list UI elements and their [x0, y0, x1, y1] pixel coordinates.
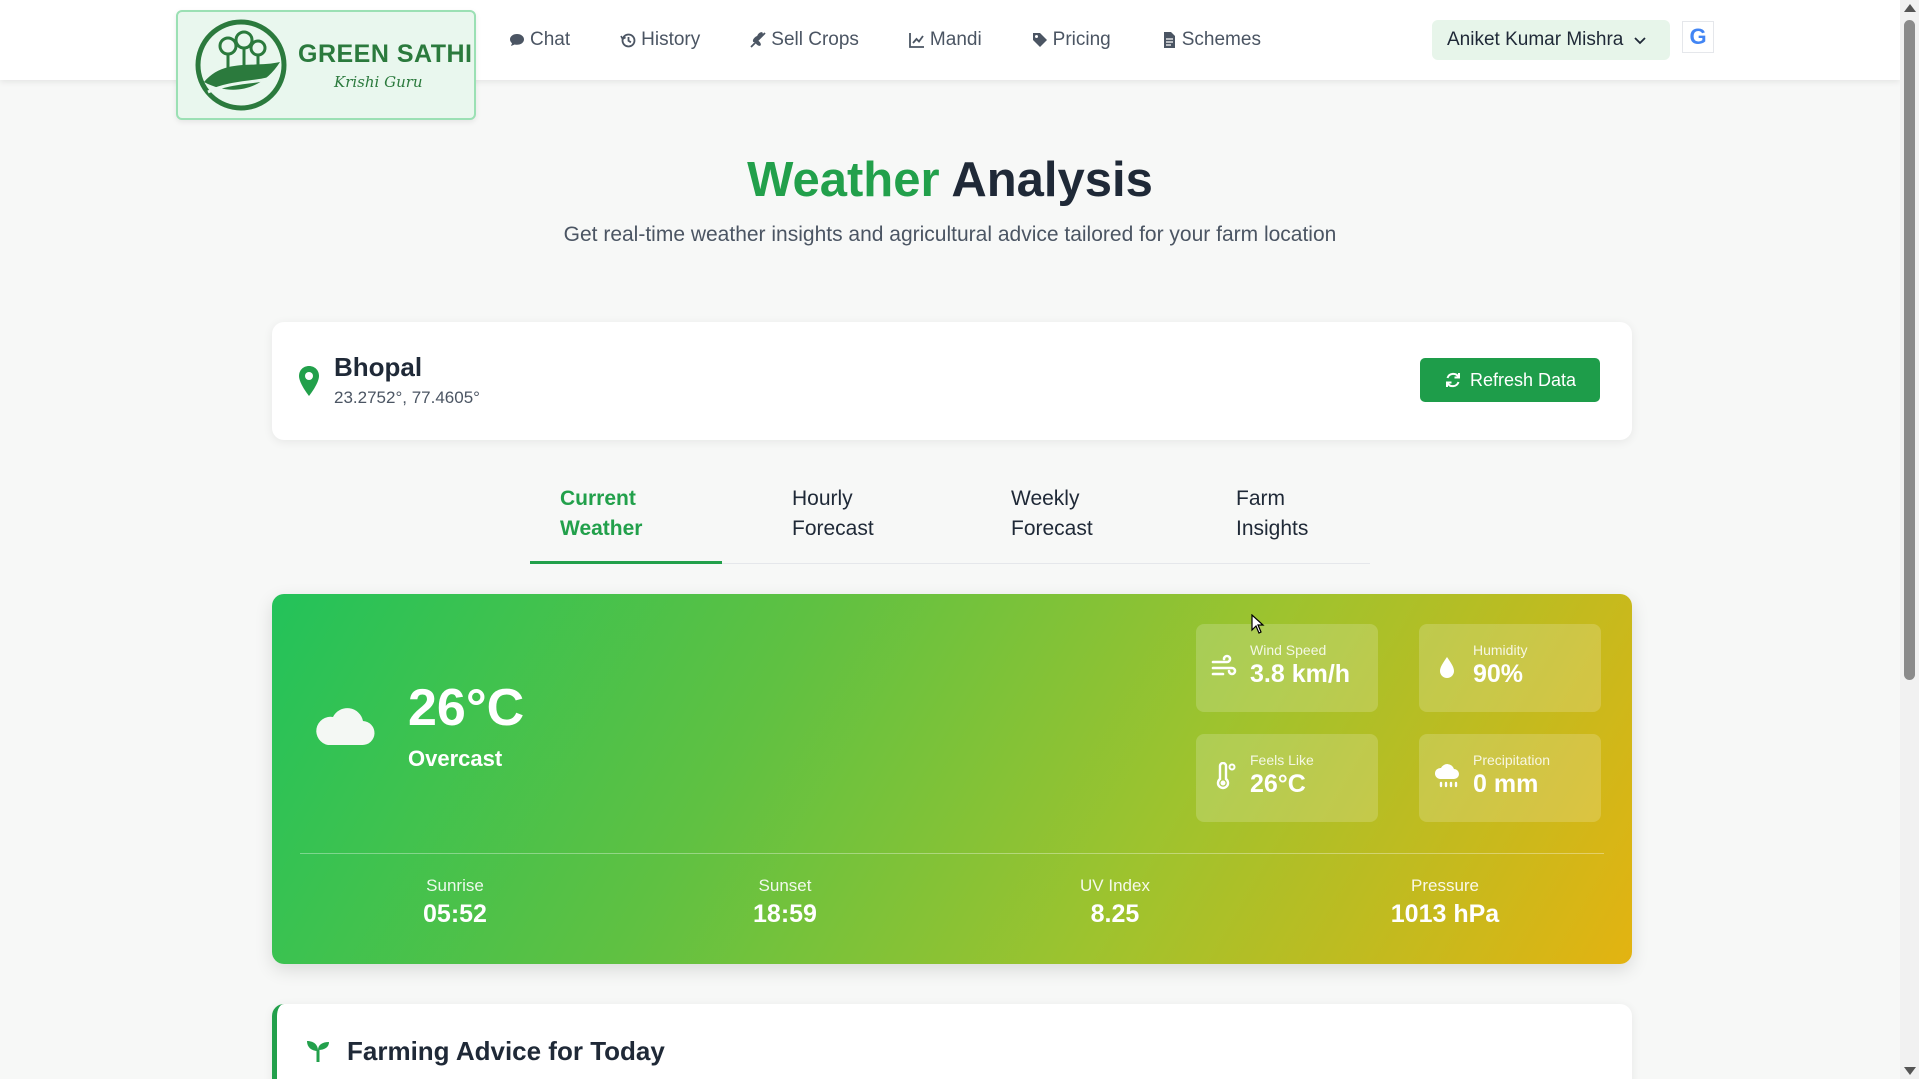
- sunset-label: Sunset: [758, 876, 812, 895]
- scroll-thumb[interactable]: [1904, 20, 1915, 680]
- thermometer-icon: [1216, 762, 1236, 790]
- location-pin-icon: [299, 366, 319, 396]
- nav-pricing-label: Pricing: [1052, 29, 1111, 50]
- pressure-value: 1013 hPa: [1390, 900, 1500, 928]
- history-icon: [619, 31, 637, 49]
- precipitation-value: 0 mm: [1473, 770, 1539, 798]
- nav-chat-label: Chat: [530, 29, 571, 50]
- document-icon: [1160, 31, 1178, 49]
- nav-mandi-label: Mandi: [929, 29, 982, 50]
- metric-wind-speed: Wind Speed 3.8 km/h: [1196, 624, 1378, 712]
- stat-uv-index: UV Index 8.25: [1015, 876, 1215, 929]
- metric-precipitation: Precipitation 0 mm: [1419, 734, 1601, 822]
- tag-icon: [1031, 31, 1049, 49]
- seedling-icon: [307, 1041, 329, 1062]
- location-name: Bhopal: [334, 352, 423, 382]
- location-coords: 23.2752°, 77.4605°: [334, 388, 480, 407]
- stat-pressure: Pressure 1013 hPa: [1345, 876, 1545, 929]
- tab-weekly-forecast[interactable]: Weekly Forecast: [1011, 484, 1121, 544]
- weather-tabs: Current Weather Hourly Forecast Weekly F…: [530, 484, 1370, 564]
- page-subtitle: Get real-time weather insights and agric…: [563, 223, 1337, 246]
- feels-like-value: 26°C: [1250, 770, 1306, 798]
- feels-like-label: Feels Like: [1250, 752, 1314, 768]
- wind-value: 3.8 km/h: [1250, 660, 1351, 688]
- refresh-label: Refresh Data: [1469, 369, 1577, 390]
- humidity-value: 90%: [1473, 660, 1524, 688]
- refresh-data-button[interactable]: Refresh Data: [1420, 358, 1600, 402]
- cloud-rain-icon: [1434, 764, 1459, 788]
- cloud-icon: [316, 708, 375, 746]
- humidity-label: Humidity: [1473, 642, 1528, 658]
- metric-humidity: Humidity 90%: [1419, 624, 1601, 712]
- nav-pricing[interactable]: Pricing: [1031, 29, 1111, 51]
- chart-line-icon: [908, 31, 926, 49]
- current-temperature: 26°C: [408, 679, 525, 737]
- nav-history[interactable]: History: [619, 29, 700, 51]
- logo-text: GREEN SATHI Krishi Guru: [298, 40, 473, 91]
- mouse-cursor-icon: [1251, 614, 1265, 634]
- nav-schemes[interactable]: Schemes: [1160, 29, 1261, 51]
- stat-sunset: Sunset 18:59: [685, 876, 885, 929]
- google-icon[interactable]: G: [1682, 21, 1714, 53]
- nav-sell-crops[interactable]: Sell Crops: [749, 29, 859, 51]
- nav-mandi[interactable]: Mandi: [908, 29, 982, 51]
- precipitation-label: Precipitation: [1473, 752, 1551, 768]
- seedling-icon: [749, 31, 767, 49]
- sunrise-label: Sunrise: [426, 876, 484, 895]
- nav-history-label: History: [641, 29, 701, 50]
- main-nav: Chat History Sell Crops Mandi Pricing Sc…: [508, 0, 1310, 80]
- wind-label: Wind Speed: [1250, 642, 1327, 658]
- droplet-icon: [1440, 657, 1454, 678]
- nav-chat[interactable]: Chat: [508, 29, 570, 51]
- scroll-down-icon[interactable]: [1904, 1067, 1916, 1075]
- nav-sell-crops-label: Sell Crops: [771, 29, 859, 50]
- active-tab-indicator: [530, 561, 722, 564]
- chevron-down-icon: [1634, 37, 1646, 45]
- nav-schemes-label: Schemes: [1181, 29, 1261, 50]
- sunrise-value: 05:52: [423, 900, 487, 928]
- logo-icon: [195, 19, 287, 111]
- tab-current-weather[interactable]: Current Weather: [560, 484, 700, 544]
- vertical-scrollbar[interactable]: [1900, 0, 1919, 1079]
- brand-title: GREEN SATHI: [298, 39, 473, 68]
- metric-feels-like: Feels Like 26°C: [1196, 734, 1378, 822]
- google-glyph: G: [1689, 24, 1707, 49]
- page-title: Weather Analysis: [0, 152, 1900, 208]
- uv-label: UV Index: [1080, 876, 1150, 895]
- advice-title: Farming Advice for Today: [347, 1036, 665, 1066]
- pressure-label: Pressure: [1410, 876, 1480, 895]
- location-card: Bhopal 23.2752°, 77.4605° Refresh Data: [272, 322, 1632, 440]
- brand-subtitle: Krishi Guru: [334, 72, 423, 91]
- card-divider: [300, 853, 1604, 854]
- tab-farm-insights[interactable]: Farm Insights: [1236, 484, 1336, 544]
- farming-advice-card: Farming Advice for Today: [272, 1004, 1632, 1079]
- uv-value: 8.25: [1090, 900, 1140, 928]
- scroll-up-icon[interactable]: [1904, 4, 1916, 12]
- current-weather-card: 26°C Overcast Wind Speed 3.8 km/h Humidi…: [272, 594, 1632, 964]
- wind-icon: [1211, 654, 1237, 676]
- chat-icon: [508, 31, 526, 49]
- brand-logo[interactable]: GREEN SATHI Krishi Guru: [176, 10, 476, 120]
- tab-hourly-forecast[interactable]: Hourly Forecast: [792, 484, 902, 544]
- page-title-rest: Analysis: [951, 153, 1153, 207]
- stat-sunrise: Sunrise 05:52: [355, 876, 555, 929]
- sunset-value: 18:59: [753, 900, 817, 928]
- current-condition: Overcast: [408, 746, 503, 771]
- user-menu-button[interactable]: Aniket Kumar Mishra: [1432, 20, 1670, 60]
- page-title-accent: Weather: [747, 153, 940, 207]
- refresh-icon: [1445, 372, 1460, 388]
- user-name: Aniket Kumar Mishra: [1447, 29, 1624, 50]
